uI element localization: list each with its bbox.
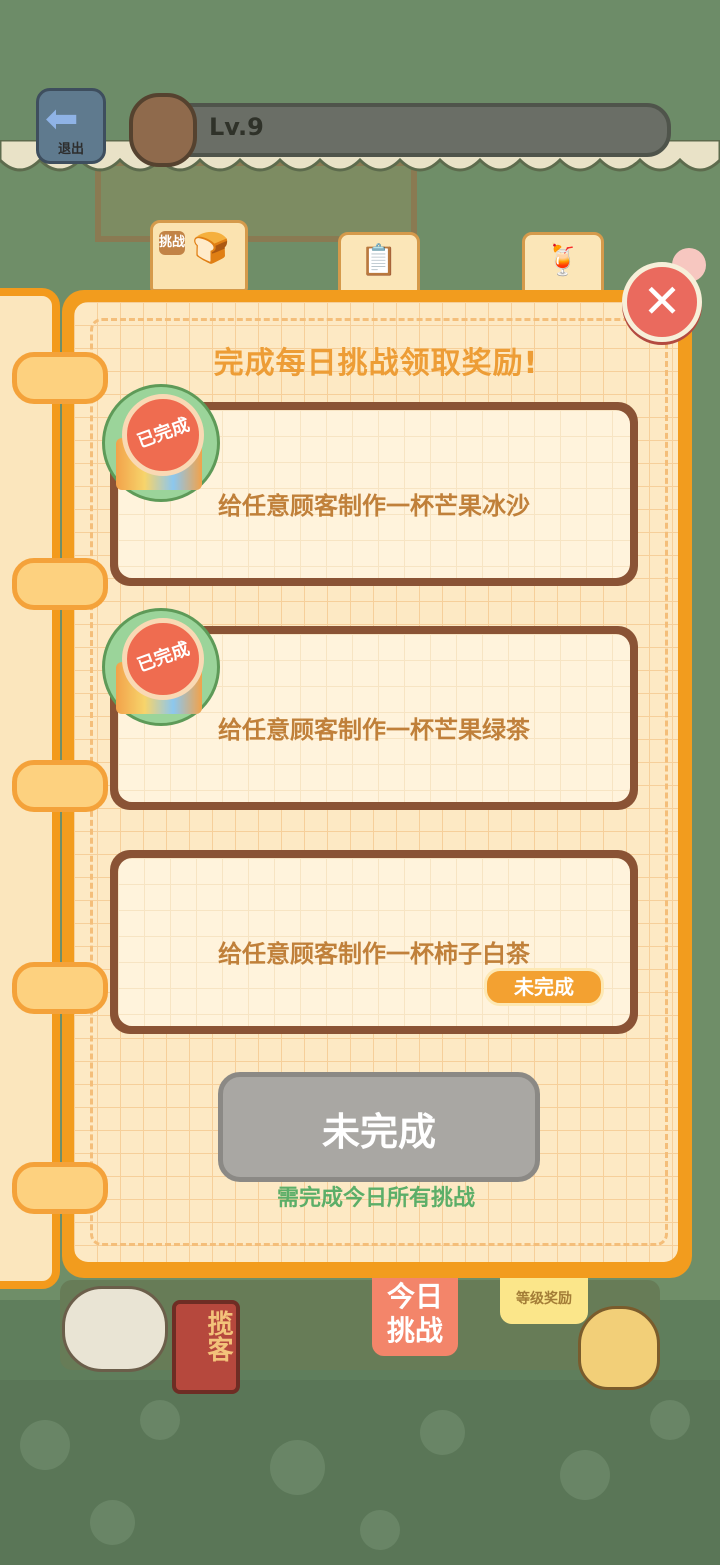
level-bar: Lv.9: [129, 93, 671, 167]
exit-label: 退出: [57, 142, 84, 157]
completed-badge: 已完成: [92, 372, 232, 512]
completed-badge: 已完成: [92, 596, 232, 736]
completed-label: 已完成: [134, 638, 193, 677]
background-floor: [0, 1380, 720, 1565]
back-arrow-icon: ⬅: [45, 96, 79, 142]
tab-drinks[interactable]: 🍹: [522, 232, 604, 296]
close-icon: ✕: [642, 274, 682, 328]
binder-ring: [12, 760, 108, 812]
drink-icon: 🍹: [544, 243, 582, 278]
completed-seal: 已完成: [122, 394, 204, 476]
shop-sign-label: 揽客: [203, 1310, 233, 1362]
exit-button[interactable]: ⬅ 退出: [36, 88, 106, 164]
requirement-hint: 需完成今日所有挑战: [276, 1186, 475, 1211]
clipboard-icon: 📋: [360, 243, 398, 278]
shop-sign: 揽客: [172, 1300, 240, 1394]
level-text: Lv.9: [209, 113, 264, 141]
tab-today-line1: 今日: [386, 1280, 443, 1313]
tab-level-reward[interactable]: 等级奖励: [500, 1278, 588, 1324]
bread-icon: 🍞: [192, 231, 230, 266]
completed-label: 已完成: [134, 414, 193, 453]
claim-reward-label: 未完成: [321, 1110, 436, 1154]
claim-reward-button[interactable]: 未完成: [218, 1072, 540, 1182]
tab-today-line2: 挑战: [386, 1314, 443, 1347]
cow-mascot: [62, 1286, 168, 1372]
tab-tasks[interactable]: 📋: [338, 232, 420, 296]
tab-today-challenge[interactable]: 今日 挑战: [372, 1278, 458, 1356]
tab-today-label: 今日 挑战: [372, 1280, 458, 1348]
challenge-card: 给任意顾客制作一杯柿子白茶 未完成: [110, 850, 638, 1034]
incomplete-badge: 未完成: [484, 968, 604, 1006]
tab-challenge[interactable]: 挑战 🍞: [150, 220, 248, 292]
close-button[interactable]: ✕: [622, 262, 702, 342]
binder-ring: [12, 962, 108, 1014]
chick-mascot: [578, 1306, 660, 1390]
completed-seal: 已完成: [122, 618, 204, 700]
challenge-text: 给任意顾客制作一杯柿子白茶: [218, 940, 530, 968]
bubble-tea-icon: [129, 93, 197, 167]
tab-level-label: 等级奖励: [516, 1291, 572, 1307]
challenge-card-inner: 给任意顾客制作一杯柿子白茶 未完成: [118, 858, 630, 1026]
